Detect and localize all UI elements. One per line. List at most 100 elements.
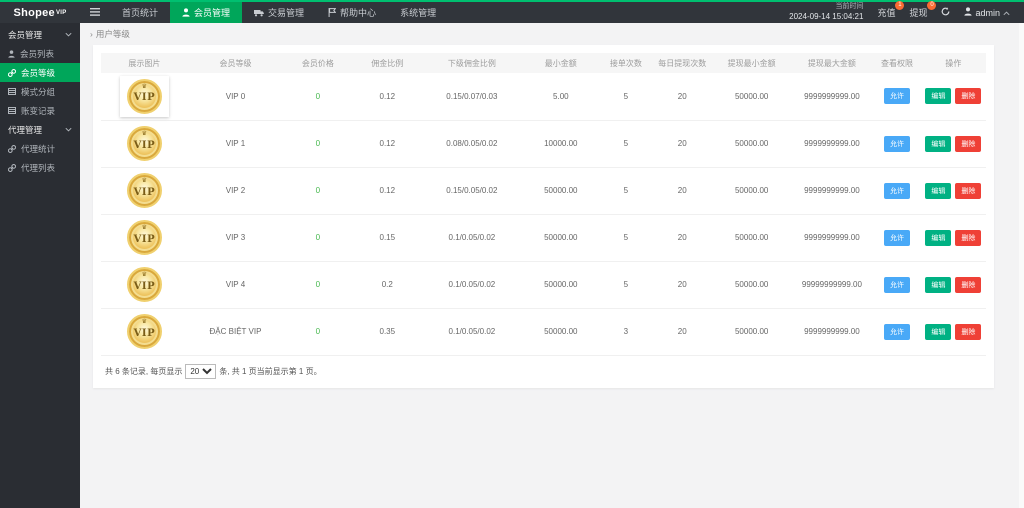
delete-button[interactable]: 删除 [955,276,982,293]
min-amount-cell: 50000.00 [521,167,600,215]
edit-button[interactable]: 编辑 [925,88,952,105]
vip-coin-image: VIP [126,126,162,161]
vip-coin-icon: VIP [126,314,162,349]
breadcrumb-label: 用户等级 [95,29,130,39]
order-count-cell: 5 [599,120,652,168]
sidebar-member-list-label: 会员列表 [20,48,55,59]
nav-item-home-stats[interactable]: 首页统计 [110,2,170,23]
link-icon [8,163,16,172]
table-body: VIP VIP 0 0 0.12 0.15/0.07/0.03 5.00 5 2… [101,73,986,356]
delete-button[interactable]: 删除 [955,323,982,340]
refresh-button[interactable] [941,7,950,18]
order-count-cell: 5 [599,167,652,215]
allow-button[interactable]: 允许 [883,135,910,152]
allow-button[interactable]: 允许 [883,276,910,293]
delete-button[interactable]: 删除 [955,182,982,199]
recharge-badge: 1 [895,1,905,10]
allow-button[interactable]: 允许 [883,88,910,105]
sidebar-group-member-management[interactable]: 会员管理 [0,25,80,44]
sidebar-item-agent-list[interactable]: 代理列表 [0,158,80,177]
edit-button[interactable]: 编辑 [925,276,952,293]
daily-withdraw-count-cell: 20 [651,167,713,215]
col-header-daily-withdraw-count: 每日提现次数 [651,53,713,73]
max-withdraw-cell: 9999999999.00 [790,214,874,262]
vip-coin-icon: VIP [126,126,162,161]
col-header-level: 会员等级 [187,53,284,73]
sub-commission-cell: 0.1/0.05/0.02 [422,261,522,309]
col-header-image: 展示图片 [101,53,188,73]
scrollbar[interactable] [1019,23,1024,508]
allow-button[interactable]: 允许 [883,182,910,199]
min-withdraw-cell: 50000.00 [712,261,791,309]
edit-button[interactable]: 编辑 [925,323,952,340]
col-header-commission: 佣金比例 [352,53,422,73]
member-level-table: 展示图片 会员等级 会员价格 佣金比例 下级佣金比例 最小金额 接单次数 每日提… [101,53,986,356]
sidebar-item-mode-group[interactable]: 模式分组 [0,82,80,101]
person-icon [182,8,190,17]
delete-button[interactable]: 删除 [955,229,982,246]
order-count-cell: 5 [599,73,652,121]
sidebar-item-balance-records[interactable]: 账变记录 [0,101,80,120]
breadcrumb: › 用户等级 [80,23,1024,45]
pagination-bar: 共 6 条记录, 每页显示 20 条, 共 1 页当前显示第 1 页。 [101,356,986,388]
commission-cell: 0.12 [352,167,422,215]
level-image-cell: VIP [101,261,188,309]
nav-help-label: 帮助中心 [340,8,377,18]
table-row: VIP VIP 0 0 0.12 0.15/0.07/0.03 5.00 5 2… [101,73,986,121]
sub-commission-cell: 0.1/0.05/0.02 [422,214,522,262]
permission-cell: 允许 [873,214,921,262]
sidebar-toggle-button[interactable] [80,2,110,23]
page-size-select[interactable]: 20 [185,364,217,379]
link-icon [8,144,16,153]
edit-button[interactable]: 编辑 [925,182,952,199]
price-cell: 0 [283,214,353,262]
level-image-cell: VIP [101,308,188,356]
nav-item-system-management[interactable]: 系统管理 [388,2,448,23]
nav-item-member-management[interactable]: 会员管理 [170,2,243,23]
main-content: › 用户等级 展示图片 会员等级 会员价格 佣金比例 下级佣金比例 最小金额 接… [80,23,1024,508]
level-cell: VIP 3 [187,214,284,262]
allow-button[interactable]: 允许 [883,323,910,340]
user-menu[interactable]: admin [964,7,1010,18]
min-amount-cell: 50000.00 [521,308,600,356]
commission-cell: 0.15 [352,214,422,262]
order-count-cell: 3 [599,308,652,356]
max-withdraw-cell: 9999999999.00 [790,120,874,168]
vip-coin-icon: VIP [126,220,162,255]
sidebar-member-level-label: 会员等级 [21,67,56,78]
nav-item-help-center[interactable]: 帮助中心 [316,2,388,23]
top-navbar: Shopee VIP 首页统计 会员管理 交易管理 帮助中心 系统管理 当前时间… [0,0,1024,23]
nav-item-transaction-management[interactable]: 交易管理 [242,2,316,23]
withdraw-badge: 0 [927,1,937,10]
daily-withdraw-count-cell: 20 [651,261,713,309]
current-time-value: 2024-09-14 15:04:21 [789,11,864,21]
max-withdraw-cell: 9999999999.00 [790,73,874,121]
hamburger-icon [90,7,100,18]
level-image-cell: VIP [101,167,188,215]
actions-cell: 编辑 删除 [920,73,986,121]
sub-commission-cell: 0.15/0.05/0.02 [422,167,522,215]
sidebar: 会员管理 会员列表 会员等级 模式分组 账变记录 代理管理 代理统计 代理列表 [0,23,80,508]
price-cell: 0 [283,261,353,309]
daily-withdraw-count-cell: 20 [651,73,713,121]
recharge-button[interactable]: 充值 1 [877,1,905,19]
withdraw-button[interactable]: 提现 0 [909,1,937,19]
actions-cell: 编辑 删除 [920,214,986,262]
sidebar-group-agent-management[interactable]: 代理管理 [0,120,80,139]
sidebar-item-member-list[interactable]: 会员列表 [0,44,80,63]
sidebar-item-agent-stats[interactable]: 代理统计 [0,139,80,158]
sidebar-group-agent-label: 代理管理 [8,124,43,135]
pagination-prefix: 共 6 条记录, 每页显示 [105,367,183,376]
sidebar-item-member-level[interactable]: 会员等级 [0,63,80,82]
col-header-order-count: 接单次数 [599,53,652,73]
allow-button[interactable]: 允许 [883,229,910,246]
col-header-price: 会员价格 [283,53,353,73]
edit-button[interactable]: 编辑 [925,229,952,246]
edit-button[interactable]: 编辑 [925,135,952,152]
logo-vip-sup: VIP [55,9,67,16]
level-cell: VIP 2 [187,167,284,215]
delete-button[interactable]: 删除 [955,88,982,105]
delete-button[interactable]: 删除 [955,135,982,152]
vip-coin-icon: VIP [126,173,162,208]
permission-cell: 允许 [873,73,921,121]
